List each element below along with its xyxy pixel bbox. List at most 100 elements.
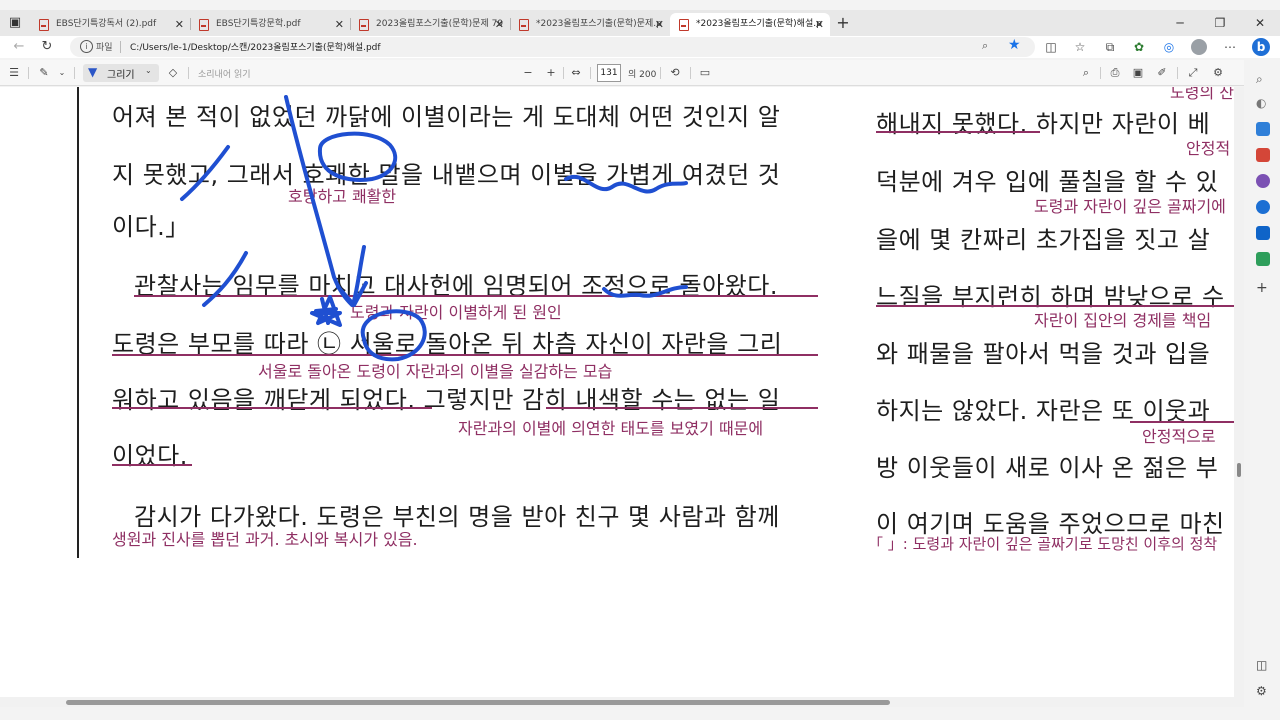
pen-ink-layer [180, 95, 688, 362]
toolbar-divider [1177, 67, 1178, 79]
highlight-icon[interactable]: ✎ [36, 65, 52, 81]
toolbar-divider [563, 67, 564, 79]
close-icon[interactable]: ✕ [495, 13, 504, 36]
vertical-scrollbar[interactable] [1234, 87, 1244, 697]
fit-page-icon[interactable]: ⇔ [568, 65, 584, 81]
toolbar-divider [590, 67, 591, 79]
toolbar-divider [690, 67, 691, 79]
tab-olympos-problems-1[interactable]: 2023올림포스기출(문학)문제 79 ✕ [350, 13, 510, 36]
save-as-icon[interactable]: ✐ [1154, 65, 1170, 81]
browser-window: ▣ EBS단기특강독서 (2).pdf ✕ EBS단기특강문학.pdf ✕ 20… [0, 0, 1280, 720]
restore-icon[interactable]: ❐ [1200, 10, 1240, 36]
info-icon[interactable]: i [80, 40, 93, 53]
tab-olympos-problems-2[interactable]: *2023올림포스기출(문학)문제.p ✕ [510, 13, 670, 36]
vertical-scroll-thumb[interactable] [1237, 463, 1241, 477]
ink-stroke-wave-2 [602, 285, 688, 298]
tab-title: EBS단기특강문학.pdf [216, 19, 301, 29]
zoom-out-icon[interactable]: − [520, 65, 536, 81]
pdf-icon [519, 19, 529, 31]
toolbar-divider [28, 67, 29, 79]
page-total: 의 200 [628, 70, 657, 80]
back-icon[interactable]: ← [10, 38, 28, 56]
zoom-icon[interactable]: ⌕ [982, 39, 988, 53]
ink-stroke-star [310, 295, 342, 327]
sidebar-search-icon[interactable]: ◐ [1256, 96, 1270, 110]
tab-ebs-reading[interactable]: EBS단기특강독서 (2).pdf ✕ [30, 13, 190, 36]
pdf-toolbar: ☰ ✎ ⌄ ▼ 그리기 ⌄ ◇ 소리내어 읽기 − + ⇔ 131 의 200 … [0, 60, 1244, 86]
drop-icon[interactable] [1256, 252, 1270, 266]
url-text[interactable]: C:/Users/le-1/Desktop/스캔/2023올림포스기출(문학)해… [130, 40, 381, 53]
print-icon[interactable]: ⎙ [1107, 65, 1123, 81]
horizontal-scrollbar[interactable] [0, 697, 1244, 707]
url-divider [120, 41, 121, 53]
pdf-icon [199, 19, 209, 31]
pdf-icon [39, 19, 49, 31]
read-aloud-button[interactable]: 소리내어 읽기 [198, 67, 251, 80]
draw-button[interactable]: ▼ 그리기 ⌄ [83, 64, 159, 82]
toolbox-icon[interactable] [1256, 148, 1270, 162]
rotate-icon[interactable]: ⟲ [667, 65, 683, 81]
profile-avatar[interactable] [1191, 39, 1207, 55]
settings-gear-icon[interactable]: ⚙ [1210, 65, 1226, 81]
add-icon[interactable]: + [1256, 280, 1270, 296]
ink-stroke-slash-2 [202, 251, 248, 307]
ink-stroke-wave-1 [564, 174, 688, 194]
ink-stroke-slash-1 [180, 145, 230, 201]
tab-title: 2023올림포스기출(문학)문제 79 [376, 19, 504, 29]
window-close-icon[interactable]: ✕ [1240, 10, 1280, 36]
search-icon[interactable]: ⌕ [1256, 72, 1270, 86]
tag-icon[interactable] [1256, 122, 1270, 136]
toolbar-divider [660, 67, 661, 79]
tab-title: *2023올림포스기출(문학)문제.p [536, 19, 662, 29]
page-view-icon[interactable]: ▭ [697, 65, 713, 81]
close-icon[interactable]: ✕ [655, 13, 664, 36]
ink-stroke-long-line [284, 95, 354, 307]
close-icon[interactable]: ✕ [175, 13, 184, 36]
ink-stroke-circle-2 [360, 309, 427, 362]
bing-icon[interactable]: b [1252, 38, 1270, 56]
toolbar-divider [1100, 67, 1101, 79]
outlook-icon[interactable] [1256, 226, 1270, 240]
tab-title: EBS단기특강독서 (2).pdf [56, 19, 157, 29]
address-bar: ← ↻ i 파일 C:/Users/le-1/Desktop/스캔/2023올림… [0, 36, 1280, 58]
tab-actions-icon[interactable]: ▣ [6, 14, 24, 32]
zoom-in-icon[interactable]: + [543, 65, 559, 81]
page-number-input[interactable]: 131 [597, 64, 621, 82]
close-icon[interactable]: ✕ [335, 13, 344, 36]
ink-stroke-circle-1 [317, 131, 398, 182]
chevron-down-icon[interactable]: ⌄ [54, 65, 70, 81]
save-icon[interactable]: ▣ [1130, 65, 1146, 81]
split-screen-icon[interactable]: ◫ [1043, 39, 1059, 55]
sidebar-settings-icon[interactable]: ⚙ [1256, 684, 1270, 698]
refresh-icon[interactable]: ↻ [38, 38, 56, 56]
pen-icon: ▼ [88, 65, 98, 79]
pdf-icon [679, 19, 689, 31]
extension-icon[interactable]: ✿ [1131, 39, 1147, 55]
chevron-down-icon: ⌄ [145, 66, 152, 75]
sidebar-layout-icon[interactable]: ◫ [1256, 658, 1270, 672]
copilot-sidebar-icon[interactable] [1256, 200, 1270, 214]
close-icon[interactable]: ✕ [815, 13, 824, 36]
browser-sidebar: ⌕ ◐ + ◫ ⚙ [1248, 60, 1280, 710]
draw-label: 그리기 [107, 70, 135, 81]
tab-olympos-solutions[interactable]: *2023올림포스기출(문학)해설.p ✕ [670, 13, 830, 36]
expand-icon[interactable]: ⤢ [1185, 65, 1201, 81]
new-tab-button[interactable]: + [833, 13, 853, 33]
favorite-star-icon[interactable]: ★ [1008, 37, 1021, 53]
more-menu-icon[interactable]: ⋯ [1222, 39, 1238, 55]
search-icon[interactable]: ⌕ [1078, 65, 1094, 81]
tab-ebs-literature[interactable]: EBS단기특강문학.pdf ✕ [190, 13, 350, 36]
collections-icon[interactable]: ⧉ [1102, 39, 1118, 55]
favorites-icon[interactable]: ☆ [1072, 39, 1088, 55]
tab-strip: ▣ EBS단기특강독서 (2).pdf ✕ EBS단기특강문학.pdf ✕ 20… [0, 10, 1280, 36]
toolbar-divider [74, 67, 75, 79]
horizontal-scroll-thumb[interactable] [66, 700, 890, 705]
contents-icon[interactable]: ☰ [6, 65, 22, 81]
eraser-icon[interactable]: ◇ [165, 65, 181, 81]
minimize-icon[interactable]: ─ [1160, 10, 1200, 36]
copilot-icon[interactable]: ◎ [1161, 39, 1177, 55]
tab-title: *2023올림포스기출(문학)해설.p [696, 19, 822, 29]
games-icon[interactable] [1256, 174, 1270, 188]
url-field[interactable]: i 파일 C:/Users/le-1/Desktop/스캔/2023올림포스기출… [70, 37, 1035, 57]
pdf-viewport[interactable]: 어져 본 적이 없었던 까닭에 이별이라는 게 도대체 어떤 것인지 알 지 못… [0, 87, 1244, 697]
